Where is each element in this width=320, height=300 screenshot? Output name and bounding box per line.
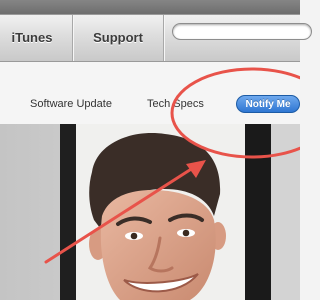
- subnav-tech-specs[interactable]: Tech Specs: [147, 98, 204, 110]
- nav-itunes[interactable]: iTunes: [0, 15, 64, 61]
- hero-image: [0, 124, 300, 300]
- nav-divider: [72, 15, 73, 61]
- product-subnav: [0, 62, 300, 125]
- nav-divider: [163, 15, 164, 61]
- nav-support[interactable]: Support: [74, 15, 162, 61]
- search-input[interactable]: [172, 23, 312, 40]
- top-strip: [0, 0, 300, 14]
- notify-me-button[interactable]: Notify Me: [236, 95, 300, 113]
- hero-photo: [0, 124, 300, 300]
- subnav-software-update[interactable]: Software Update: [30, 98, 112, 110]
